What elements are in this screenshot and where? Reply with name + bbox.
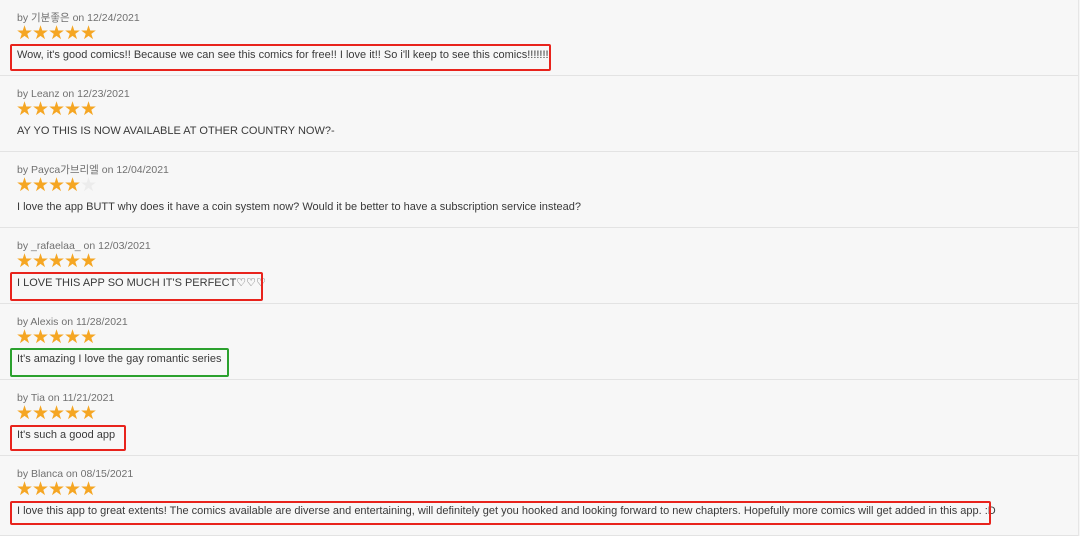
rating-stars: ★★★★★ <box>16 22 97 44</box>
star-filled-icon: ★ <box>32 98 49 120</box>
rating-stars: ★★★★★ <box>16 174 97 196</box>
highlight-box-red <box>10 425 126 451</box>
highlight-box-red <box>10 272 263 301</box>
star-filled-icon: ★ <box>80 22 97 44</box>
star-filled-icon: ★ <box>80 326 97 348</box>
star-empty-icon: ★ <box>80 174 97 196</box>
star-filled-icon: ★ <box>48 22 65 44</box>
star-filled-icon: ★ <box>32 478 49 500</box>
star-filled-icon: ★ <box>80 402 97 424</box>
star-filled-icon: ★ <box>64 174 81 196</box>
star-filled-icon: ★ <box>48 98 65 120</box>
rating-stars: ★★★★★ <box>16 250 97 272</box>
star-filled-icon: ★ <box>64 326 81 348</box>
star-filled-icon: ★ <box>16 478 33 500</box>
star-filled-icon: ★ <box>48 174 65 196</box>
highlight-box-green <box>10 348 229 377</box>
star-filled-icon: ★ <box>32 22 49 44</box>
review-list: by 기분좋은 on 12/24/2021 ★★★★★ Wow, it's go… <box>0 0 1079 536</box>
star-filled-icon: ★ <box>80 98 97 120</box>
star-filled-icon: ★ <box>80 250 97 272</box>
star-filled-icon: ★ <box>32 174 49 196</box>
star-filled-icon: ★ <box>16 174 33 196</box>
star-filled-icon: ★ <box>48 402 65 424</box>
review-text: AY YO THIS IS NOW AVAILABLE AT OTHER COU… <box>17 125 335 137</box>
star-filled-icon: ★ <box>80 478 97 500</box>
star-filled-icon: ★ <box>16 326 33 348</box>
star-filled-icon: ★ <box>32 402 49 424</box>
star-filled-icon: ★ <box>32 250 49 272</box>
star-filled-icon: ★ <box>64 250 81 272</box>
rating-stars: ★★★★★ <box>16 402 97 424</box>
rating-stars: ★★★★★ <box>16 478 97 500</box>
star-filled-icon: ★ <box>32 326 49 348</box>
highlight-box-red <box>10 44 551 71</box>
star-filled-icon: ★ <box>16 98 33 120</box>
rating-stars: ★★★★★ <box>16 326 97 348</box>
star-filled-icon: ★ <box>16 402 33 424</box>
star-filled-icon: ★ <box>64 98 81 120</box>
star-filled-icon: ★ <box>64 402 81 424</box>
review-item: by Payca가브리엘 on 12/04/2021 ★★★★★ I love … <box>0 152 1078 228</box>
star-filled-icon: ★ <box>48 250 65 272</box>
star-filled-icon: ★ <box>64 478 81 500</box>
rating-stars: ★★★★★ <box>16 98 97 120</box>
highlight-box-red <box>10 501 991 525</box>
review-text: I love the app BUTT why does it have a c… <box>17 201 581 213</box>
star-filled-icon: ★ <box>48 478 65 500</box>
review-item: by Tia on 11/21/2021 ★★★★★ It's such a g… <box>0 380 1078 456</box>
star-filled-icon: ★ <box>16 250 33 272</box>
review-item: by Leanz on 12/23/2021 ★★★★★ AY YO THIS … <box>0 76 1078 152</box>
star-filled-icon: ★ <box>64 22 81 44</box>
star-filled-icon: ★ <box>16 22 33 44</box>
star-filled-icon: ★ <box>48 326 65 348</box>
